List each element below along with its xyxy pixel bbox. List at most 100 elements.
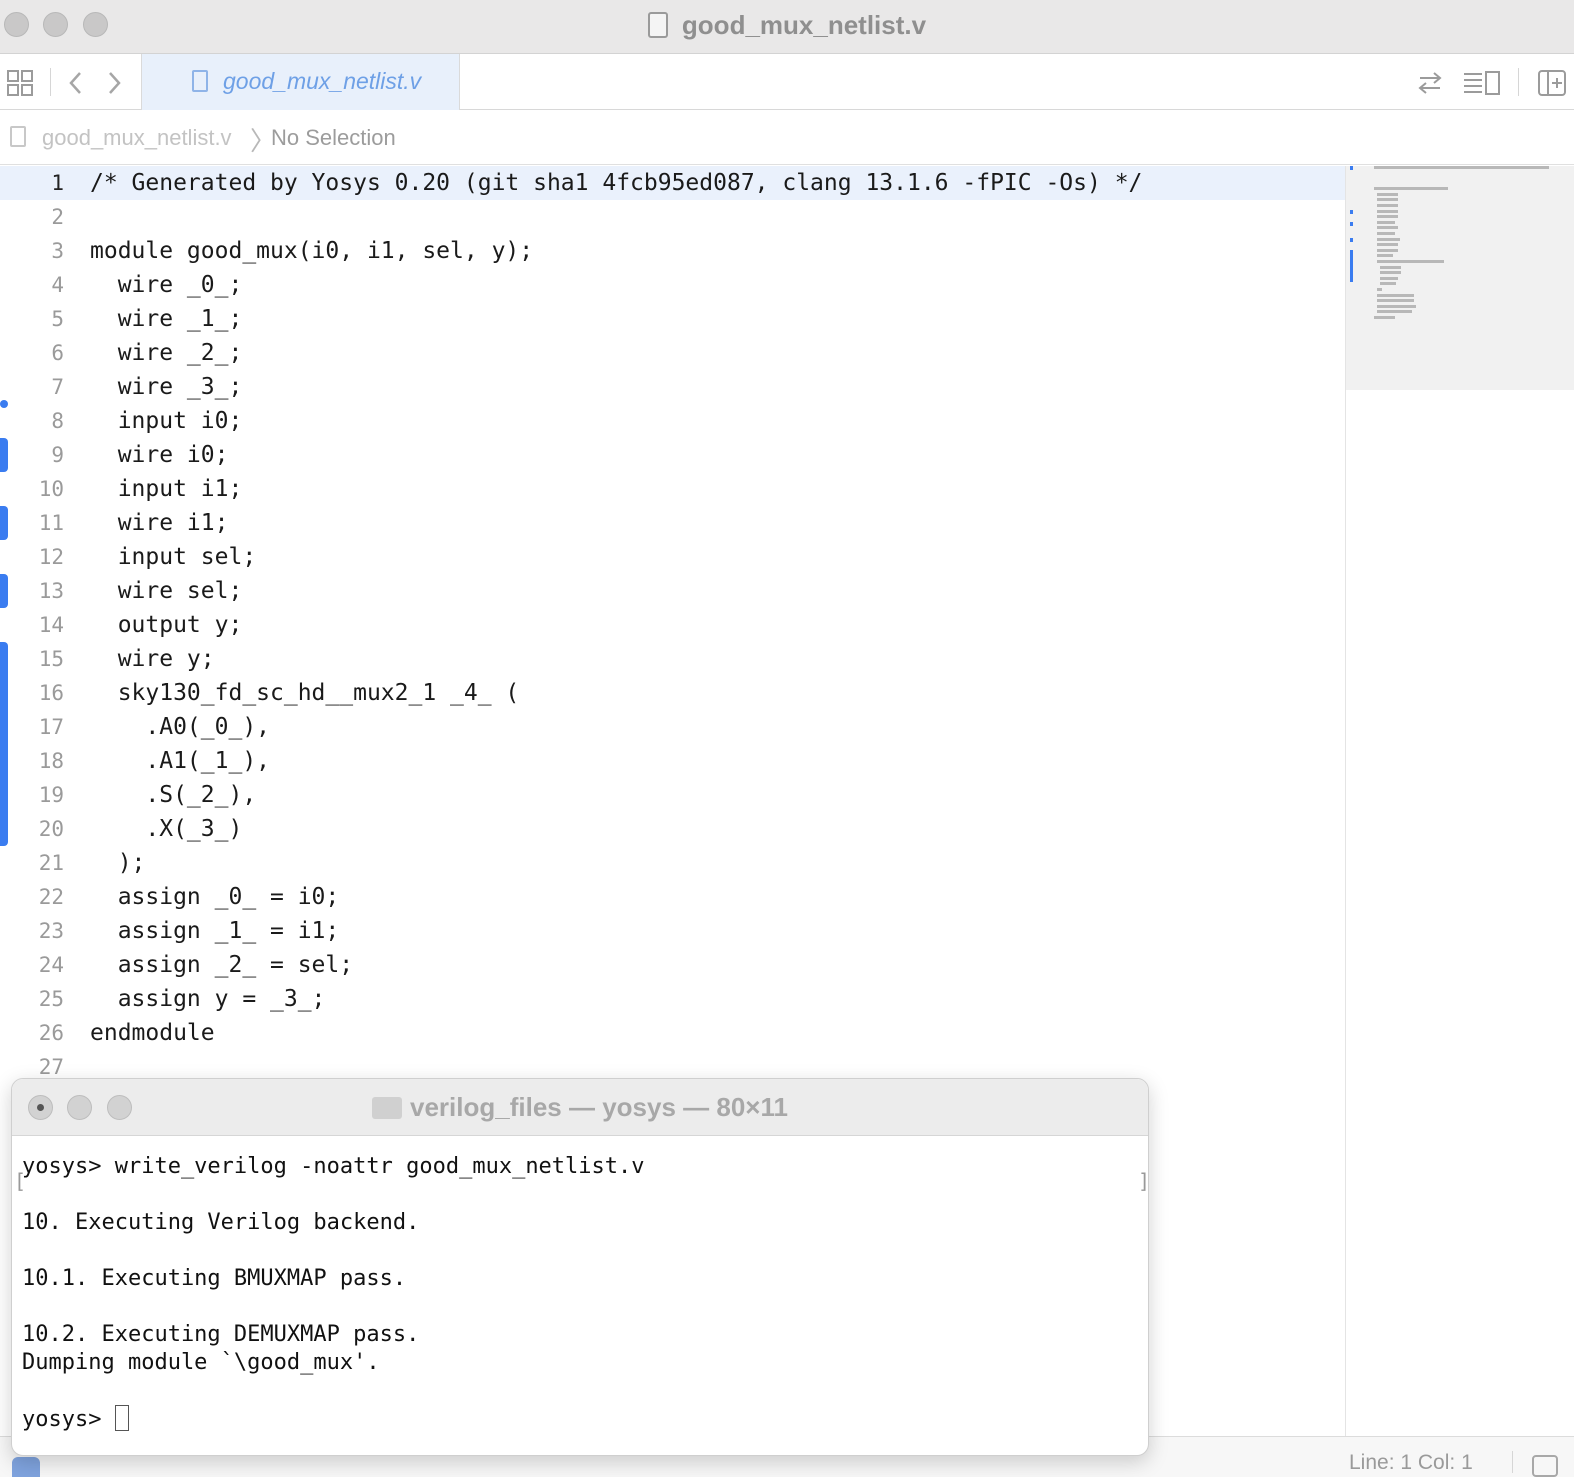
minimap-line [1377, 215, 1398, 219]
code-line[interactable]: 23 assign _1_ = i1; [0, 914, 1345, 948]
minimap-change-marker [1350, 238, 1353, 242]
forward-arrow-icon[interactable] [104, 54, 124, 110]
minimap-line [1374, 316, 1395, 319]
minimap-line [1377, 237, 1400, 241]
code-line[interactable]: 10 input i1; [0, 472, 1345, 506]
code-text: input sel; [90, 544, 257, 570]
terminal-titlebar: verilog_files — yosys — 80×11 [12, 1079, 1148, 1136]
code-line[interactable]: 20 .X(_3_) [0, 812, 1345, 846]
inspector-icon[interactable] [1462, 54, 1502, 110]
minimap-line [1377, 254, 1394, 258]
code-line[interactable]: 16 sky130_fd_sc_hd__mux2_1 _4_ ( [0, 676, 1345, 710]
line-number: 26 [38, 1021, 64, 1045]
document-icon [192, 70, 208, 92]
code-text: wire _0_; [90, 272, 243, 298]
terminal-title: verilog_files — yosys — 80×11 [12, 1092, 1148, 1123]
back-arrow-icon[interactable] [66, 54, 86, 110]
code-line[interactable]: 19 .S(_2_), [0, 778, 1345, 812]
line-number: 10 [38, 477, 64, 501]
terminal-window[interactable]: verilog_files — yosys — 80×11 [ ] yosys>… [11, 1078, 1149, 1456]
code-text: input i1; [90, 476, 243, 502]
editor-toolbar: good_mux_netlist.v [0, 54, 1574, 110]
code-line[interactable]: 5 wire _1_; [0, 302, 1345, 336]
grid-view-icon[interactable] [6, 54, 34, 110]
code-line[interactable]: 2 [0, 200, 1345, 234]
code-text: wire i1; [90, 510, 229, 536]
status-divider [1512, 1451, 1513, 1473]
line-number: 4 [51, 273, 64, 297]
code-text: wire _3_; [90, 374, 243, 400]
tab-label: good_mux_netlist.v [223, 68, 422, 94]
minimap-change-marker [1350, 250, 1353, 282]
code-line[interactable]: 1 /* Generated by Yosys 0.20 (git sha1 4f… [0, 166, 1345, 200]
code-line[interactable]: 9 wire i0; [0, 438, 1345, 472]
minimap-line [1377, 220, 1396, 224]
code-text: module good_mux(i0, i1, sel, y); [90, 238, 534, 264]
cursor-position[interactable]: Line: 1 Col: 1 [1349, 1451, 1473, 1475]
minimap[interactable] [1345, 166, 1574, 1436]
line-number: 18 [38, 749, 64, 773]
code-line[interactable]: 3 module good_mux(i0, i1, sel, y); [0, 234, 1345, 268]
minimap-line [1377, 226, 1398, 230]
code-line[interactable]: 11 wire i1; [0, 506, 1345, 540]
terminal-line: 10.1. Executing BMUXMAP pass. [22, 1266, 407, 1291]
code-line[interactable]: 15 wire y; [0, 642, 1345, 676]
minimap-line [1380, 282, 1397, 286]
code-line[interactable]: 7 wire _3_; [0, 370, 1345, 404]
code-line[interactable]: 18 .A1(_1_), [0, 744, 1345, 778]
code-text: /* Generated by Yosys 0.20 (git sha1 4fc… [90, 170, 1143, 196]
code-text: wire _1_; [90, 306, 243, 332]
code-line[interactable]: 6 wire _2_; [0, 336, 1345, 370]
minimap-line [1377, 293, 1414, 297]
code-line[interactable]: 14 output y; [0, 608, 1345, 642]
code-line[interactable]: 17 .A0(_0_), [0, 710, 1345, 744]
code-text: .X(_3_) [90, 816, 243, 842]
swap-icon[interactable] [1416, 54, 1444, 110]
breadcrumb-file[interactable]: good_mux_netlist.v [42, 125, 232, 151]
minimap-line [1380, 265, 1401, 269]
line-number: 25 [38, 987, 64, 1011]
code-line[interactable]: 8 input i0; [0, 404, 1345, 438]
tab-good-mux-netlist[interactable]: good_mux_netlist.v [141, 54, 460, 110]
breadcrumb-selection[interactable]: No Selection [271, 125, 396, 151]
code-text: sky130_fd_sc_hd__mux2_1 _4_ ( [90, 680, 520, 706]
code-text: ); [90, 850, 146, 876]
code-text: endmodule [90, 1020, 215, 1046]
document-icon [10, 126, 26, 147]
line-number: 19 [38, 783, 64, 807]
terminal-line: Dumping module `\good_mux'. [22, 1350, 380, 1375]
document-icon [647, 12, 668, 38]
minimap-line [1377, 232, 1396, 235]
code-text: .A0(_0_), [90, 714, 271, 740]
minimap-change-marker [1350, 210, 1353, 214]
code-line[interactable]: 24 assign _2_ = sel; [0, 948, 1345, 982]
line-number: 11 [38, 511, 64, 535]
code-line[interactable]: 25 assign y = _3_; [0, 982, 1345, 1016]
line-number: 15 [38, 647, 64, 671]
minimap-line [1377, 299, 1414, 303]
line-number: 16 [38, 681, 64, 705]
code-text: wire _2_; [90, 340, 243, 366]
selection-bracket-right: ] [1138, 1169, 1149, 1193]
minimap-line [1380, 271, 1401, 275]
terminal-cursor [114, 1405, 129, 1431]
line-number: 14 [38, 613, 64, 637]
line-number: 6 [51, 341, 64, 365]
add-editor-icon[interactable] [1537, 54, 1567, 110]
line-number: 12 [38, 545, 64, 569]
terminal-tab-icon[interactable] [12, 1457, 40, 1477]
line-number: 22 [38, 885, 64, 909]
minimap-line [1377, 310, 1412, 314]
code-line[interactable]: 26 endmodule [0, 1016, 1345, 1050]
code-line[interactable]: 21 ); [0, 846, 1345, 880]
minimap-line [1374, 166, 1549, 169]
code-line[interactable]: 22 assign _0_ = i0; [0, 880, 1345, 914]
terminal-line: 10.2. Executing DEMUXMAP pass. [22, 1322, 420, 1347]
panel-toggle-icon[interactable] [1532, 1455, 1558, 1477]
code-text: .A1(_1_), [90, 748, 271, 774]
folder-icon [372, 1097, 403, 1119]
code-line[interactable]: 12 input sel; [0, 540, 1345, 574]
line-number: 2 [51, 205, 64, 229]
code-line[interactable]: 13 wire sel; [0, 574, 1345, 608]
code-line[interactable]: 4 wire _0_; [0, 268, 1345, 302]
